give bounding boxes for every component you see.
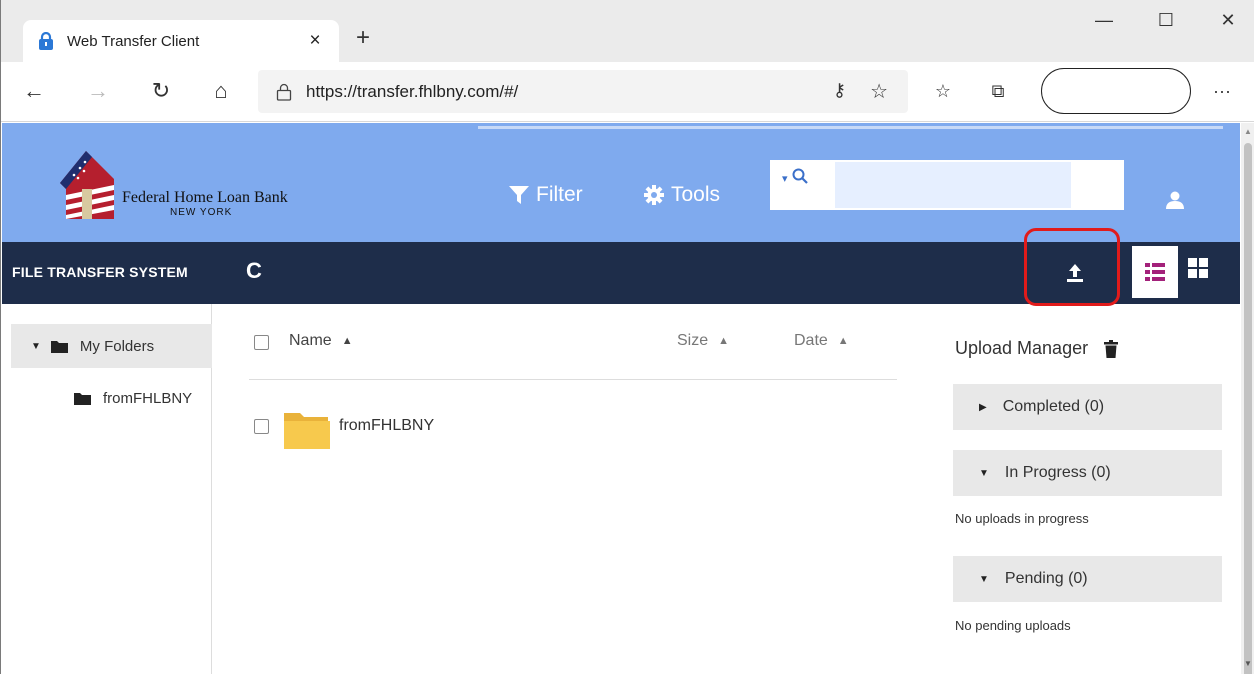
logo-title: Federal Home Loan Bank	[122, 189, 288, 206]
scroll-down-icon[interactable]: ▼	[1244, 659, 1252, 668]
sort-asc-icon: ▲	[718, 335, 730, 347]
maximize-button[interactable]: ☐	[1151, 10, 1181, 34]
table-row[interactable]: fromFHLBNY	[249, 405, 897, 453]
name-column-label: Name	[289, 332, 332, 349]
filter-button[interactable]: Filter	[509, 183, 583, 207]
upload-icon[interactable]	[1062, 260, 1088, 286]
minimize-button[interactable]: —	[1089, 10, 1119, 34]
tab-close-button[interactable]: ×	[305, 30, 325, 52]
tools-button[interactable]: Tools	[644, 183, 720, 207]
caret-right-icon: ▶	[979, 401, 987, 413]
pending-label: Pending (0)	[1004, 570, 1088, 587]
size-column-label: Size	[677, 332, 709, 349]
folder-icon	[50, 340, 68, 353]
user-icon[interactable]	[1166, 191, 1184, 209]
tab-title: Web Transfer Client	[67, 32, 200, 50]
sort-asc-icon: ▲	[341, 335, 353, 347]
reload-button[interactable]: ↻	[146, 76, 176, 106]
filter-icon	[509, 186, 529, 204]
key-icon[interactable]: ⚷	[833, 80, 846, 101]
lock-icon	[39, 32, 53, 50]
tree-item-fromfhlbny[interactable]: fromFHLBNY	[74, 390, 192, 407]
more-icon[interactable]: ···	[1207, 76, 1237, 106]
file-name[interactable]: fromFHLBNY	[339, 417, 434, 435]
favorites-list-icon[interactable]: ☆	[928, 76, 958, 106]
logo[interactable]: Federal Home Loan Bank NEW YORK	[52, 143, 288, 223]
search-icon	[792, 168, 808, 184]
folder-icon	[284, 413, 330, 449]
size-column-header[interactable]: Size ▲	[677, 332, 729, 350]
date-column-label: Date	[794, 332, 828, 349]
completed-section[interactable]: ▶ Completed (0)	[953, 384, 1222, 430]
upload-manager-title: Upload Manager	[955, 338, 1119, 359]
new-tab-button[interactable]: +	[350, 24, 376, 52]
header-divider	[478, 126, 1223, 129]
caret-down-icon: ▼	[979, 467, 989, 479]
in-progress-label: In Progress (0)	[1004, 464, 1111, 481]
app-toolbar: FILE TRANSFER SYSTEM C	[2, 228, 1240, 306]
search-input[interactable]	[835, 162, 1071, 208]
list-view-button[interactable]	[1132, 246, 1178, 298]
window-close-button[interactable]: ✕	[1213, 10, 1243, 34]
url-text: https://transfer.fhlbny.com/#/	[306, 81, 519, 101]
pending-note: No pending uploads	[955, 618, 1071, 633]
refresh-icon[interactable]: C	[246, 258, 262, 284]
home-button[interactable]: ⌂	[206, 76, 236, 106]
browser-window: Web Transfer Client × + — ☐ ✕ ← → ↻ ⌂ ht…	[0, 0, 1254, 674]
search-box: ▾	[770, 160, 1124, 210]
row-checkbox[interactable]	[254, 419, 269, 434]
browser-tab[interactable]: Web Transfer Client ×	[23, 20, 339, 62]
address-bar[interactable]: https://transfer.fhlbny.com/#/ ⚷ ☆	[258, 70, 908, 113]
house-flag-icon	[60, 151, 114, 219]
scroll-up-icon[interactable]: ▲	[1244, 127, 1252, 136]
folder-tree: ▼ My Folders fromFHLBNY	[2, 304, 212, 674]
in-progress-section[interactable]: ▼ In Progress (0)	[953, 450, 1222, 496]
trash-icon[interactable]	[1104, 339, 1119, 358]
forward-button[interactable]: →	[83, 76, 113, 106]
browser-navbar: ← → ↻ ⌂ https://transfer.fhlbny.com/#/ ⚷…	[1, 62, 1254, 122]
grid-view-icon[interactable]	[1188, 258, 1208, 278]
profile-button[interactable]	[1041, 68, 1191, 114]
filter-label: Filter	[536, 183, 583, 206]
gear-icon	[644, 185, 664, 205]
page-scrollbar[interactable]: ▲ ▼	[1241, 123, 1254, 674]
folder-icon	[74, 393, 91, 405]
padlock-icon	[276, 83, 292, 101]
list-view-icon	[1145, 263, 1165, 281]
upload-manager-label: Upload Manager	[955, 338, 1089, 358]
in-progress-note: No uploads in progress	[955, 511, 1089, 526]
browser-titlebar: Web Transfer Client × + — ☐ ✕	[1, 0, 1254, 62]
date-column-header[interactable]: Date ▲	[794, 332, 849, 350]
app-name: FILE TRANSFER SYSTEM	[12, 264, 188, 280]
tree-root-label: My Folders	[79, 337, 155, 355]
chevron-down-icon: ▾	[782, 173, 788, 185]
scrollbar-thumb[interactable]	[1244, 143, 1252, 674]
favorite-star-icon[interactable]: ☆	[870, 79, 888, 104]
caret-down-icon: ▼	[979, 573, 989, 585]
back-button[interactable]: ←	[19, 76, 49, 106]
tree-child-label: fromFHLBNY	[103, 390, 193, 407]
sort-asc-icon: ▲	[837, 335, 849, 347]
name-column-header[interactable]: Name ▲	[289, 332, 353, 350]
collections-icon[interactable]: ⧉	[983, 76, 1013, 106]
file-list-header: Name ▲ Size ▲ Date ▲	[249, 330, 897, 380]
caret-down-icon[interactable]: ▼	[31, 341, 41, 352]
logo-subtitle: NEW YORK	[170, 207, 233, 218]
tools-label: Tools	[671, 183, 721, 206]
pending-section[interactable]: ▼ Pending (0)	[953, 556, 1222, 602]
completed-label: Completed (0)	[1002, 398, 1105, 415]
search-scope-dropdown[interactable]: ▾	[782, 168, 808, 187]
app-header: Federal Home Loan Bank NEW YORK Filter T…	[2, 123, 1240, 242]
tree-item-my-folders[interactable]: ▼ My Folders	[11, 324, 212, 368]
select-all-checkbox[interactable]	[254, 335, 269, 350]
